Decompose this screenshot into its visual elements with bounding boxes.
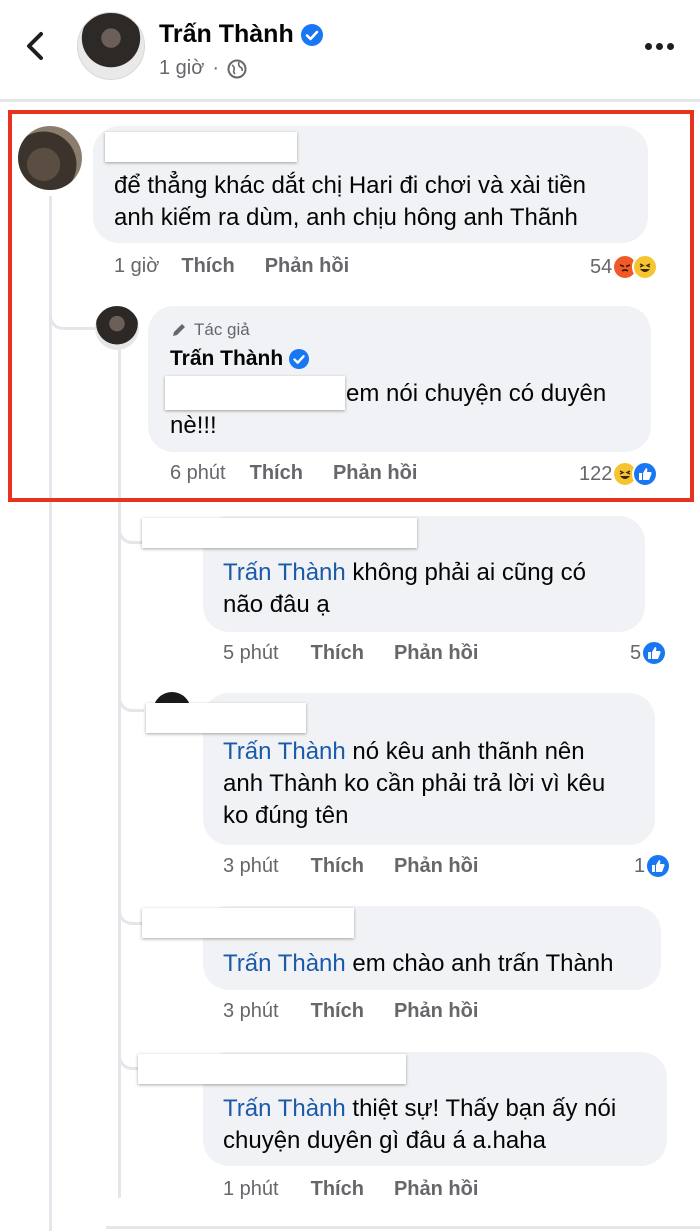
reply-button[interactable]: Phản hồi — [394, 1000, 478, 1023]
mention-link[interactable]: Trấn Thành — [223, 738, 346, 765]
divider — [106, 1226, 700, 1229]
like-button[interactable]: Thích — [311, 642, 364, 665]
reaction-count: 54 — [590, 255, 613, 278]
comment-text: nè!!! — [170, 412, 217, 439]
comment-text: để thẳng khác dắt chị Hari đi chơi và xà… — [114, 172, 586, 231]
like-button[interactable]: Thích — [311, 1178, 364, 1201]
comment-actions: 3 phút Thích Phản hồi — [223, 1000, 478, 1023]
like-button[interactable]: Thích — [311, 1000, 364, 1023]
post-time: 1 giờ — [159, 57, 205, 79]
verified-icon — [300, 24, 323, 47]
comment-actions: 1 phút Thích Phản hồi — [223, 1178, 478, 1201]
reaction-count: 5 — [630, 641, 642, 664]
verified-icon — [289, 349, 310, 370]
pen-icon — [173, 324, 185, 336]
thread-elbow — [118, 895, 144, 925]
more-options-button[interactable] — [641, 36, 677, 56]
avatar[interactable] — [95, 306, 139, 350]
comment-time: 6 phút — [170, 462, 226, 484]
thread-line — [49, 196, 52, 1231]
comment-text: em nói chuyện có duyên — [346, 380, 607, 407]
comment-time: 1 phút — [223, 1178, 279, 1200]
avatar[interactable] — [77, 12, 145, 80]
comment-time: 1 giờ — [114, 255, 160, 277]
reaction-count: 122 — [579, 462, 613, 485]
haha-icon — [632, 254, 659, 280]
mention-link[interactable]: Trấn Thành — [223, 1095, 346, 1122]
like-icon — [641, 640, 668, 666]
thread-elbow — [118, 520, 144, 544]
comment-text: Trấn Thành nó kêu anh thãnh nên anh Thàn… — [223, 738, 606, 829]
more-icon — [644, 42, 652, 50]
like-button[interactable]: Thích — [250, 462, 303, 485]
redacted-name — [138, 1054, 406, 1084]
page-title[interactable]: Trấn Thành — [159, 20, 323, 49]
author-name-label: Trấn Thành — [159, 20, 294, 48]
redacted-name — [105, 132, 297, 162]
thread-line-reply — [118, 348, 121, 1198]
reply-button[interactable]: Phản hồi — [394, 855, 478, 878]
reaction-summary[interactable]: 54 — [590, 254, 659, 280]
like-button[interactable]: Thích — [311, 855, 364, 878]
author-badge: Tác giả — [170, 320, 250, 340]
comment-text: Trấn Thành thiệt sự! Thấy bạn ấy nói chu… — [223, 1095, 617, 1154]
comment-actions: 3 phút Thích Phản hồi — [223, 855, 478, 878]
thread-elbow — [118, 680, 144, 712]
comment-actions: 1 giờ Thích Phản hồi — [114, 255, 349, 278]
reply-button[interactable]: Phản hồi — [333, 462, 417, 485]
reaction-count: 1 — [634, 854, 646, 877]
post-meta: 1 giờ · — [159, 57, 247, 80]
comment-author[interactable]: Trấn Thành — [170, 347, 310, 371]
redacted-name — [165, 376, 345, 410]
redacted-name — [142, 518, 417, 548]
back-button[interactable] — [18, 28, 52, 64]
dot-separator: · — [212, 57, 220, 79]
reaction-summary[interactable]: 1 — [634, 853, 672, 879]
thread-elbow — [49, 290, 95, 330]
comment-time: 3 phút — [223, 1000, 279, 1022]
chevron-left-icon — [27, 32, 43, 60]
avatar[interactable] — [18, 126, 82, 190]
reply-button[interactable]: Phản hồi — [394, 1178, 478, 1201]
comment-time: 3 phút — [223, 855, 279, 877]
post-header: Trấn Thành 1 giờ · — [0, 0, 700, 102]
comment-actions: 5 phút Thích Phản hồi — [223, 642, 478, 665]
like-icon — [645, 853, 672, 879]
like-button[interactable]: Thích — [181, 255, 234, 278]
like-icon — [632, 461, 659, 487]
comment-time: 5 phút — [223, 642, 279, 664]
comment-actions: 6 phút Thích Phản hồi — [170, 462, 417, 485]
reaction-summary[interactable]: 122 — [579, 461, 659, 487]
reply-button[interactable]: Phản hồi — [394, 642, 478, 665]
reaction-summary[interactable]: 5 — [630, 640, 668, 666]
reply-button[interactable]: Phản hồi — [265, 255, 349, 278]
globe-icon — [227, 59, 247, 78]
mention-link[interactable]: Trấn Thành — [223, 559, 346, 586]
redacted-name — [142, 908, 354, 938]
redacted-name — [146, 703, 306, 733]
mention-link[interactable]: Trấn Thành — [223, 950, 346, 977]
comment-text: Trấn Thành em chào anh trấn Thành — [223, 950, 614, 977]
comment-text: Trấn Thành không phải ai cũng có não đâu… — [223, 559, 586, 618]
